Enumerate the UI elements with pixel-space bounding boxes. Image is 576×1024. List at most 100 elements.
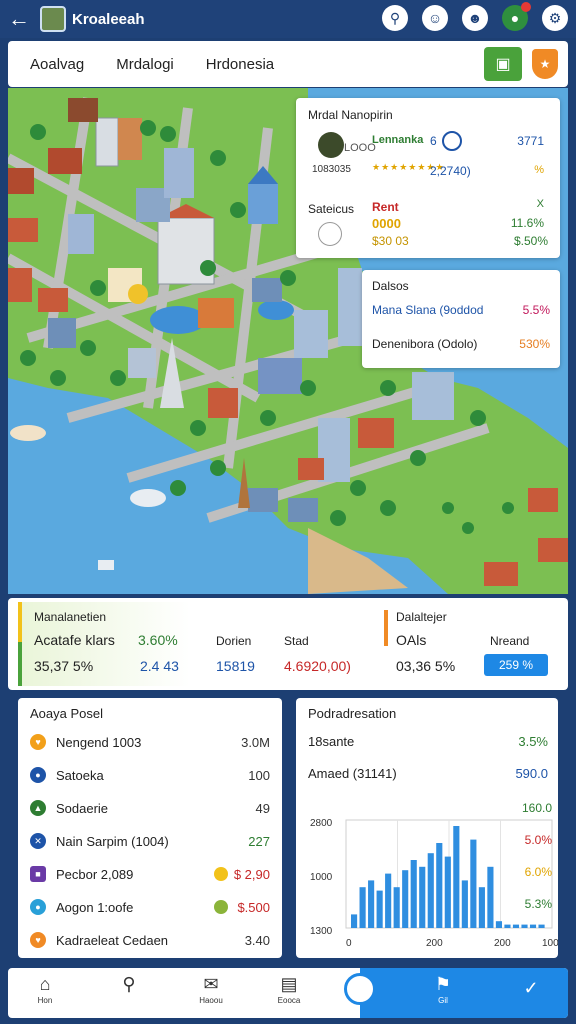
rent-label: Rent xyxy=(372,200,399,214)
details-overlay[interactable]: Dalsos Mana Slana (9oddod 5.5% Denenibor… xyxy=(362,270,560,368)
chart-bar xyxy=(368,880,375,928)
list-item[interactable]: ● Satoeka 100 xyxy=(30,761,274,789)
col2-head: Dorien xyxy=(216,634,252,648)
col5-pill[interactable]: 259 % xyxy=(484,654,548,676)
nav-check[interactable]: ✓ xyxy=(506,978,556,1000)
gold-value: 0000 xyxy=(372,216,401,231)
heart-icon: ♥ xyxy=(30,932,46,948)
back-arrow-icon[interactable]: ← xyxy=(4,0,34,38)
stats-strip: Manalanetien Acatafe klars 3.60% 35,37 5… xyxy=(8,598,568,690)
settings-icon[interactable]: ⚙ xyxy=(542,5,568,31)
details-row1-label[interactable]: Mana Slana (9oddod xyxy=(372,303,483,317)
list-item[interactable]: ♥ Kadraeleat Cedaen 3.40 xyxy=(30,926,274,954)
x-tick-label: 0 xyxy=(346,938,352,949)
overlay-mid1: 6 xyxy=(430,134,437,148)
overlay-right5: $.50% xyxy=(513,234,548,248)
chart-bar xyxy=(453,826,460,928)
y-tick-label: 2800 xyxy=(310,818,333,829)
tab-hrdonesia[interactable]: Hrdonesia xyxy=(206,56,274,73)
x-tick-label: 100 xyxy=(542,938,558,949)
chart-bar xyxy=(393,887,400,928)
col5-head: Nreand xyxy=(490,634,530,648)
smiley-icon[interactable]: ☻ xyxy=(462,5,488,31)
tab-mrdalogi[interactable]: Mrdalogi xyxy=(116,56,174,73)
center-action-button[interactable] xyxy=(344,973,376,1005)
cross-icon: ✕ xyxy=(30,833,46,849)
chart-bar xyxy=(359,887,366,928)
overlay-section: Sateicus xyxy=(308,202,355,216)
chart-bar xyxy=(351,914,358,928)
production-row[interactable]: Amaed (31141) 590.0 xyxy=(308,766,548,781)
production-row[interactable]: 18sante 3.5% xyxy=(308,734,548,749)
nav-search[interactable]: ⚲ xyxy=(104,974,154,996)
y-tick-label: 1000 xyxy=(310,872,333,883)
details-row2-label[interactable]: Denenibora (Odolo) xyxy=(372,337,477,351)
notification-icon[interactable]: ● xyxy=(502,2,531,31)
overlay-right1: 3771 xyxy=(517,134,544,148)
tab-aoalvag[interactable]: Aoalvag xyxy=(30,56,84,73)
bottom-nav: ⌂ Hon ⚲ ✉ Haoou ▤ Eooca ⚑ Gil ✓ xyxy=(8,968,568,1018)
city-map[interactable]: Mrdal Nanopirin LOOO 1083035 Lennanka 6 … xyxy=(8,88,568,594)
bar-chart: 2800 1000 1300 0 200 200 100 160.0 5.0% 6.0% 5.3% xyxy=(310,801,559,949)
chart-bar xyxy=(470,839,477,928)
drop-icon: ● xyxy=(30,899,46,915)
check-circle-icon: ✓ xyxy=(523,978,539,998)
col4-val: 03,36 5% xyxy=(396,658,456,674)
chat-button[interactable]: ▣ xyxy=(484,47,522,81)
heart-icon: ♥ xyxy=(30,734,46,750)
accent-bar xyxy=(384,610,388,646)
coin-icon xyxy=(214,900,228,914)
chart-bar xyxy=(385,873,392,928)
chart-bar xyxy=(376,890,383,928)
overlay-right2: % xyxy=(534,164,544,176)
list-item[interactable]: ♥ Nengend 1003 3.0M xyxy=(30,728,274,756)
nav-calendar[interactable]: ▤ Eooca xyxy=(264,974,314,1005)
details-title: Dalsos xyxy=(372,279,409,293)
home-icon: ⌂ xyxy=(39,974,51,994)
map-icon: ⚑ xyxy=(434,974,452,994)
stats-label-a: Acatafe klars xyxy=(34,632,115,648)
chart-bar xyxy=(461,880,468,928)
col2-val: 15819 xyxy=(216,658,255,674)
close-icon[interactable]: X xyxy=(537,198,544,210)
x-tick-label: 200 xyxy=(494,938,511,949)
stats-val-a: 3.60% xyxy=(138,632,178,648)
details-row1-value: 5.5% xyxy=(522,303,550,317)
face-icon[interactable]: ☺ xyxy=(422,5,448,31)
coin-icon xyxy=(214,867,228,881)
chart-bar xyxy=(538,924,545,928)
chart-bar xyxy=(427,853,434,928)
nav-chat[interactable]: ✉ Haoou xyxy=(186,974,236,1005)
pin-icon[interactable]: ⚲ xyxy=(382,5,408,31)
gold-price: $30 03 xyxy=(372,234,409,248)
avatar-icon xyxy=(318,132,344,158)
chart-bar xyxy=(495,921,503,928)
stats-title2: Dalaltejer xyxy=(396,610,447,624)
list-item[interactable]: ▲ Sodaerie 49 xyxy=(30,794,274,822)
chart-bar xyxy=(402,870,409,928)
market-overlay[interactable]: Mrdal Nanopirin LOOO 1083035 Lennanka 6 … xyxy=(296,98,560,258)
clock-icon xyxy=(442,131,462,151)
shield-icon[interactable]: ★ xyxy=(532,49,558,79)
nav-home[interactable]: ⌂ Hon xyxy=(20,974,70,1005)
nav-map[interactable]: ⚑ Gil xyxy=(418,974,468,1005)
list-item[interactable]: ● Aogon 1:oofe $.500 xyxy=(30,893,274,921)
asset-list-title: Aoaya Posel xyxy=(30,706,103,721)
chart-bar xyxy=(504,924,511,928)
chart-side-value: 5.3% xyxy=(525,897,553,911)
list-item[interactable]: ✕ Nain Sarpim (1004) 227 xyxy=(30,827,274,855)
search-icon: ⚲ xyxy=(122,974,136,994)
top-icons: ⚲ ☺ ☻ ● ⚙ xyxy=(382,2,568,31)
list-item[interactable]: ■ Pecbor 2,089 $ 2,90 xyxy=(30,860,274,888)
location-pin-icon xyxy=(318,222,342,246)
chart-side-value: 6.0% xyxy=(525,865,553,879)
overlay-right4: 11.6% xyxy=(510,216,544,230)
overlay-sub: 1083035 xyxy=(312,164,351,175)
production-title: Podradresation xyxy=(308,706,397,721)
y-tick-label: 1300 xyxy=(310,926,333,937)
chart-bar xyxy=(478,887,485,928)
production-chart[interactable]: 2800 1000 1300 0 200 200 100 160.0 5.0% 6.0% 5.3% xyxy=(296,800,559,958)
overlay-mid2: 2,2740) xyxy=(430,164,471,178)
chart-bar xyxy=(419,866,426,928)
stats-title: Manalanetien xyxy=(34,610,107,624)
